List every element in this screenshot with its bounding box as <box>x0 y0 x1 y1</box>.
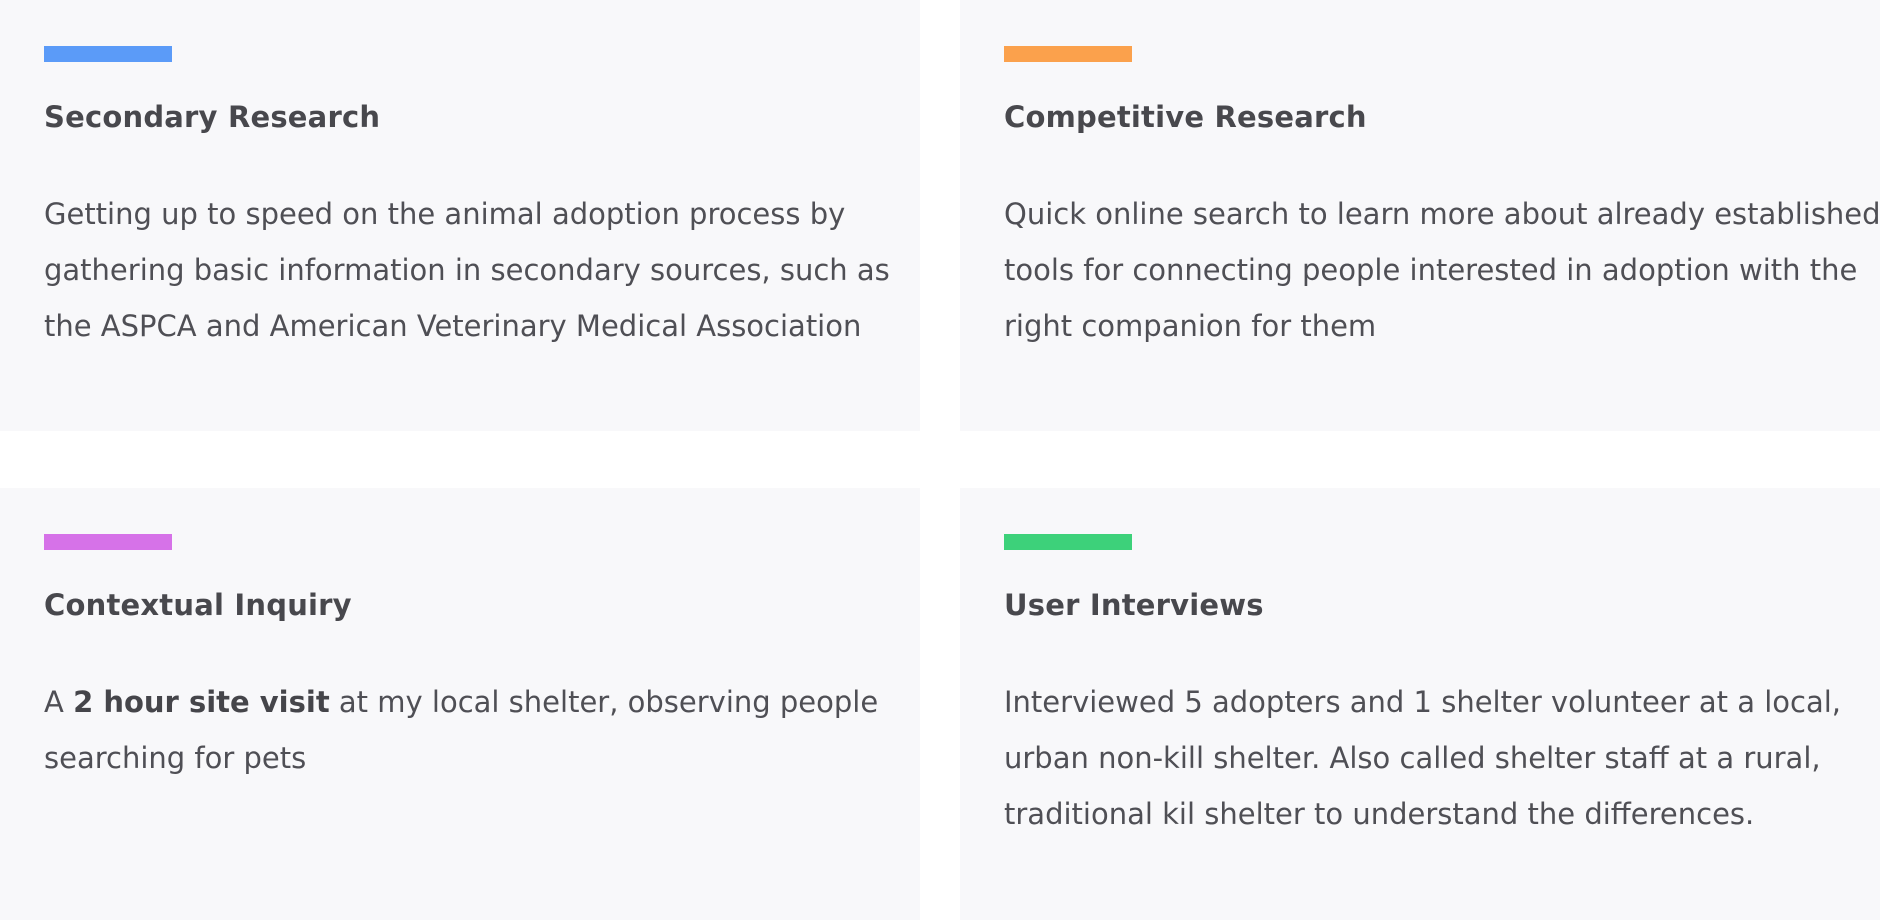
accent-bar <box>44 534 172 550</box>
description-suffix: at my local shelter, observing people <box>329 685 879 719</box>
research-methods-grid: Secondary Research Getting up to speed o… <box>0 0 1880 920</box>
card-description: A 2 hour site visit at my local shelter,… <box>44 674 878 786</box>
card-user-interviews: User Interviews Interviewed 5 adopters a… <box>960 488 1880 920</box>
description-line: Quick online search to learn more about … <box>1004 197 1880 231</box>
description-line: Getting up to speed on the animal adopti… <box>44 197 846 231</box>
card-title: Competitive Research <box>1004 100 1367 134</box>
accent-bar <box>1004 534 1132 550</box>
accent-bar <box>1004 46 1132 62</box>
card-secondary-research: Secondary Research Getting up to speed o… <box>0 0 920 431</box>
description-prefix: A <box>44 685 74 719</box>
card-description: Getting up to speed on the animal adopti… <box>44 186 890 354</box>
card-contextual-inquiry: Contextual Inquiry A 2 hour site visit a… <box>0 488 920 920</box>
description-line: searching for pets <box>44 741 307 775</box>
description-highlight: 2 hour site visit <box>73 685 330 719</box>
description-line: the ASPCA and American Veterinary Medica… <box>44 309 862 343</box>
card-description: Quick online search to learn more about … <box>1004 186 1880 354</box>
card-title: Contextual Inquiry <box>44 588 352 622</box>
description-line: A 2 hour site visit at my local shelter,… <box>44 674 878 730</box>
card-competitive-research: Competitive Research Quick online search… <box>960 0 1880 431</box>
description-line: right companion for them <box>1004 309 1377 343</box>
description-line: traditional kil shelter to understand th… <box>1004 797 1755 831</box>
description-line: tools for connecting people interested i… <box>1004 253 1858 287</box>
description-line: gathering basic information in secondary… <box>44 253 890 287</box>
description-line: urban non-kill shelter. Also called shel… <box>1004 741 1821 775</box>
description-line: Interviewed 5 adopters and 1 shelter vol… <box>1004 685 1842 719</box>
card-title: Secondary Research <box>44 100 381 134</box>
card-title: User Interviews <box>1004 588 1264 622</box>
card-description: Interviewed 5 adopters and 1 shelter vol… <box>1004 674 1841 842</box>
accent-bar <box>44 46 172 62</box>
